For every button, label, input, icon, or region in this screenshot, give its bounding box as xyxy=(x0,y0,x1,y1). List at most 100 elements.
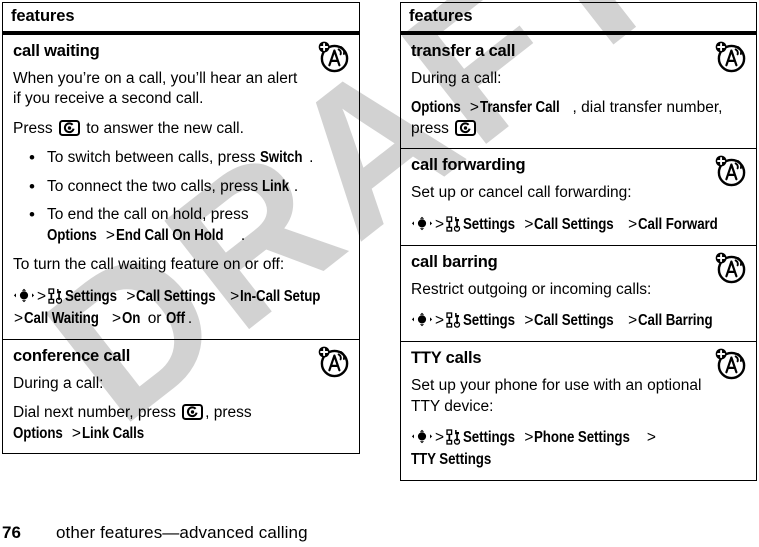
conference-dial-instruction: Dial next number, press , press Options >L… xyxy=(13,403,349,444)
menu-separator: > xyxy=(111,309,122,327)
menu-label: Phone Settings xyxy=(534,429,631,447)
dial-mid: , press xyxy=(205,404,252,422)
feature-row-conference-call: conference call During a call: Dial next… xyxy=(3,340,359,453)
menu-period: . xyxy=(187,309,193,327)
page-number: 76 xyxy=(2,523,21,542)
menu-label: TTY Settings xyxy=(411,451,492,469)
transfer-call-instruction: Options >Transfer Call, dial transfer num… xyxy=(411,98,746,139)
list-item: • To connect the two calls, press Link. xyxy=(29,177,349,197)
menu-label: Call Settings xyxy=(534,215,615,233)
menu-label: Options xyxy=(47,226,97,244)
menu-path-tty-settings: > Settings >Phone Settings >TTY Settings xyxy=(411,427,746,471)
left-column: features call waiting When you’re on a c… xyxy=(2,2,360,454)
bullet-dot: • xyxy=(29,148,35,168)
bullet-dot: • xyxy=(29,205,35,225)
feature-row-tty-calls: TTY calls Set up your phone for use with… xyxy=(401,342,756,480)
menu-path-call-waiting: > Settings >Call Settings >In-Call Setup>Ca… xyxy=(13,286,349,330)
menu-separator: > xyxy=(628,312,638,330)
features-table-left: features call waiting When you’re on a c… xyxy=(2,2,360,454)
send-key-icon xyxy=(59,120,80,136)
nav-key-icon xyxy=(13,288,35,303)
menu-label: Call Forward xyxy=(638,215,718,233)
menu-label: Options xyxy=(13,424,63,442)
network-service-a-icon xyxy=(317,40,351,74)
menu-label: Settings xyxy=(463,312,515,330)
right-column: features transfer a call During a call: … xyxy=(400,2,757,482)
menu-label: On xyxy=(122,309,141,327)
feature-row-transfer-a-call: transfer a call During a call: Options >T… xyxy=(401,35,756,150)
menu-label: Settings xyxy=(463,215,515,233)
menu-label: Call Settings xyxy=(534,312,615,330)
menu-separator: > xyxy=(14,309,24,327)
feature-row-call-forwarding: call forwarding Set up or cancel call fo… xyxy=(401,149,756,246)
press-prefix: Press xyxy=(13,119,57,137)
list-item: • To switch between calls, press Switch. xyxy=(29,148,349,168)
feature-paragraph: During a call: xyxy=(411,70,502,87)
bullet-period: . xyxy=(309,149,314,167)
call-waiting-bullets: • To switch between calls, press Switch. … xyxy=(13,148,349,246)
menu-separator: > xyxy=(628,215,638,233)
settings-tools-icon xyxy=(446,312,461,328)
menu-separator: > xyxy=(435,215,445,233)
feature-title: TTY calls xyxy=(411,349,482,368)
soft-key-label: Link xyxy=(262,177,290,195)
menu-separator: > xyxy=(469,99,479,117)
menu-separator: > xyxy=(37,287,47,305)
menu-separator: > xyxy=(524,312,534,330)
menu-separator: > xyxy=(435,312,445,330)
network-service-a-icon xyxy=(714,347,748,381)
press-suffix: to answer the new call. xyxy=(81,119,244,137)
send-key-icon xyxy=(182,404,203,420)
nav-key-icon xyxy=(411,429,433,444)
menu-label: Transfer Call xyxy=(479,99,560,117)
menu-separator: > xyxy=(230,287,240,305)
menu-label: Settings xyxy=(463,429,515,447)
menu-path-call-barring: > Settings >Call Settings >Call Barring xyxy=(411,310,746,332)
menu-separator: > xyxy=(71,424,81,442)
press-send-instruction: Press to answer the new call. xyxy=(13,119,349,139)
network-service-a-icon xyxy=(714,251,748,285)
menu-label: End Call On Hold xyxy=(115,226,224,244)
feature-paragraph: When you’re on a call, you’ll hear an al… xyxy=(13,70,298,108)
bullet-text: To switch between calls, press xyxy=(47,149,260,167)
bullet-text: To end the call on hold, press xyxy=(47,206,249,224)
feature-title: conference call xyxy=(13,346,131,365)
menu-separator: > xyxy=(646,429,656,447)
feature-title: transfer a call xyxy=(411,42,516,60)
nav-key-icon xyxy=(411,216,433,231)
bullet-dot: • xyxy=(29,176,35,196)
features-table-right: features transfer a call During a call: … xyxy=(400,2,757,482)
menu-label: In-Call Setup xyxy=(240,287,321,305)
feature-paragraph: Restrict outgoing or incoming calls: xyxy=(411,280,652,298)
menu-label: Call Barring xyxy=(638,312,713,330)
menu-label: Off xyxy=(165,309,185,327)
soft-key-label: Switch xyxy=(259,149,303,167)
bullet-text: To connect the two calls, press xyxy=(47,177,263,195)
feature-title: call forwarding xyxy=(411,156,526,175)
settings-tools-icon xyxy=(446,429,461,445)
menu-label: Options xyxy=(411,99,461,117)
menu-label: Call Waiting xyxy=(24,309,99,327)
menu-separator: > xyxy=(524,429,534,447)
table-header-features-left: features xyxy=(3,3,359,35)
bullet-period: . xyxy=(293,177,299,195)
list-item: • To end the call on hold, press Options >… xyxy=(29,205,349,246)
manual-page: features call waiting When you’re on a c… xyxy=(0,0,759,547)
menu-label: Call Settings xyxy=(136,287,217,305)
feature-row-call-waiting: call waiting When you’re on a call, you’… xyxy=(3,35,359,340)
network-service-a-icon xyxy=(317,345,351,379)
menu-separator: > xyxy=(435,429,445,447)
feature-paragraph: Set up your phone for use with an option… xyxy=(411,377,702,415)
menu-label: Settings xyxy=(65,287,117,305)
bullet-period: . xyxy=(240,226,246,244)
feature-paragraph: Set up or cancel call forwarding: xyxy=(411,184,632,202)
menu-separator: > xyxy=(524,215,534,233)
menu-label: Link Calls xyxy=(81,424,145,442)
feature-row-call-barring: call barring Restrict outgoing or incomi… xyxy=(401,246,756,343)
settings-tools-icon xyxy=(48,288,63,304)
nav-key-icon xyxy=(411,312,433,327)
footer-section-title: other features—advanced calling xyxy=(56,523,308,542)
dial-prefix: Dial next number, press xyxy=(13,404,181,422)
page-footer: 76 other features—advanced calling xyxy=(0,517,759,543)
menu-path-call-forwarding: > Settings >Call Settings >Call Forward xyxy=(411,214,746,236)
